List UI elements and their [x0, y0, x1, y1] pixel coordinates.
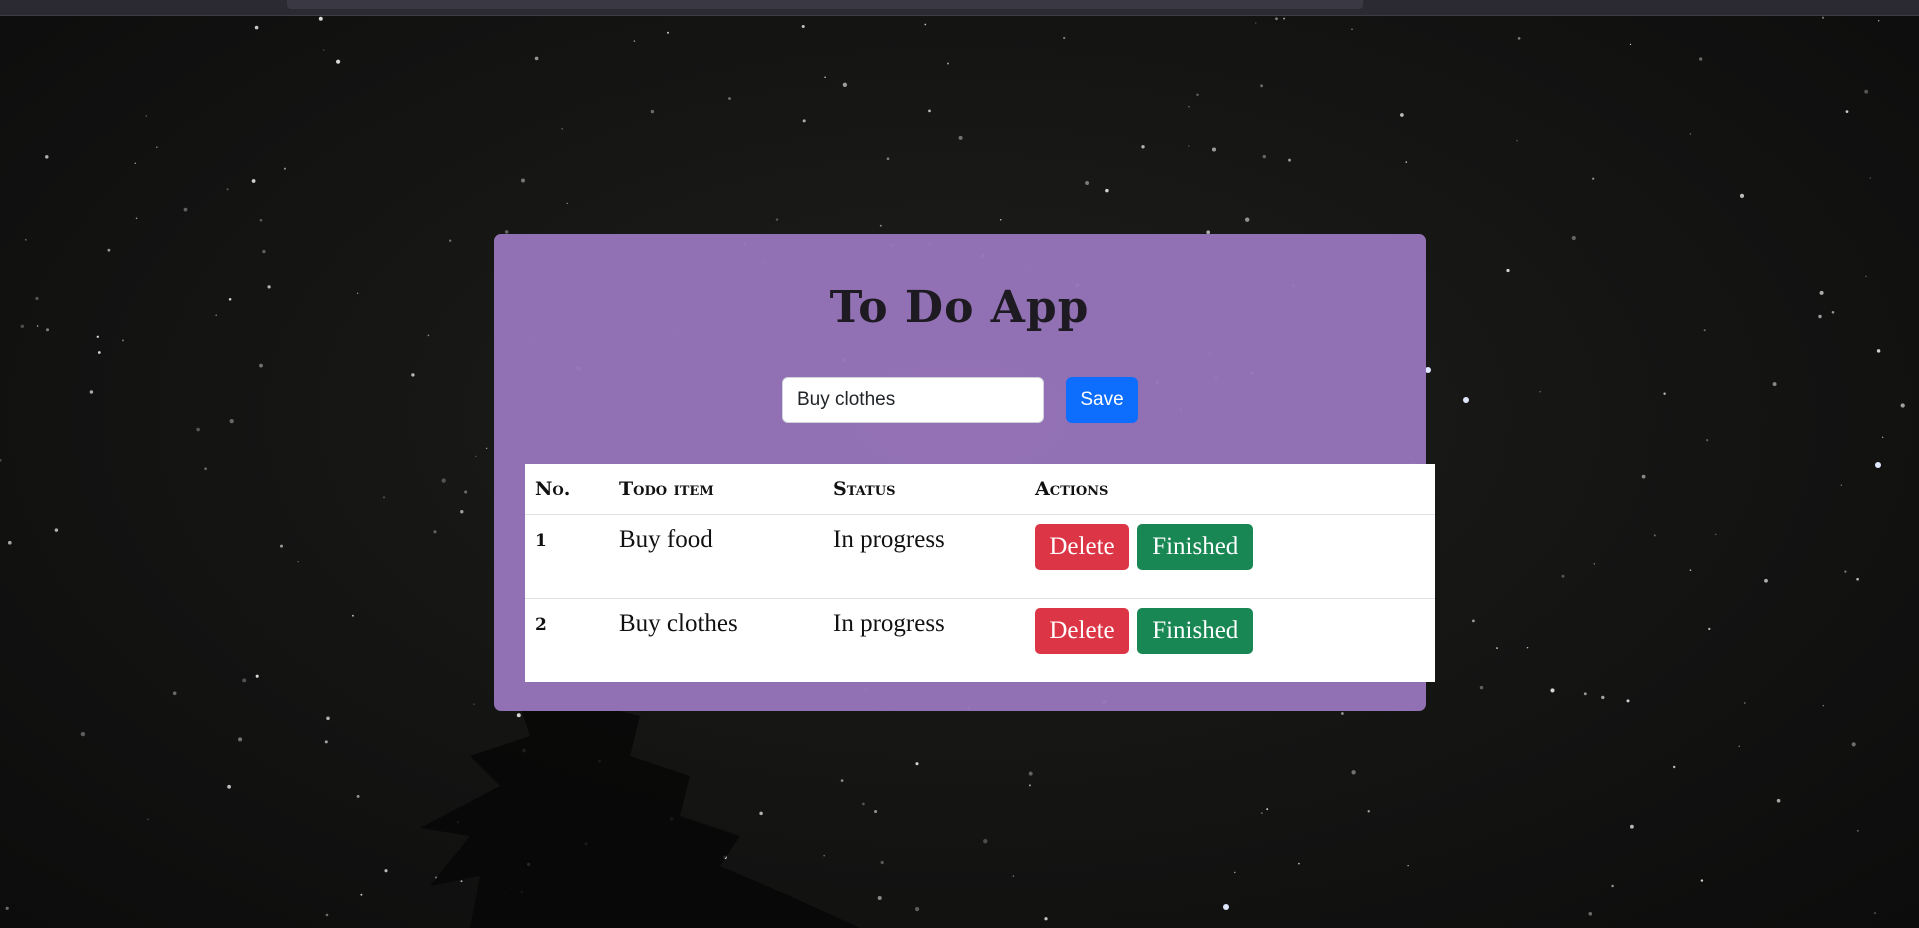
todo-status: In progress — [823, 514, 1025, 599]
header-no: No. — [525, 464, 609, 515]
table-row: 2 Buy clothes In progress Delete Finishe… — [525, 599, 1435, 683]
table-row: 1 Buy food In progress Delete Finished — [525, 514, 1435, 599]
header-todo-item: Todo item — [609, 464, 823, 515]
header-actions: Actions — [1025, 464, 1435, 515]
row-actions: Delete Finished — [1025, 514, 1435, 599]
row-actions: Delete Finished — [1025, 599, 1435, 683]
table-header-row: No. Todo item Status Actions — [525, 464, 1435, 515]
delete-button[interactable]: Delete — [1035, 524, 1129, 570]
delete-button[interactable]: Delete — [1035, 608, 1129, 654]
save-button[interactable]: Save — [1066, 377, 1138, 423]
finished-button[interactable]: Finished — [1137, 608, 1254, 654]
finished-button[interactable]: Finished — [1137, 524, 1254, 570]
browser-top-strip — [0, 0, 1919, 16]
row-number: 1 — [525, 514, 609, 599]
todo-item-text: Buy food — [609, 514, 823, 599]
todo-table: No. Todo item Status Actions 1 Buy food … — [525, 464, 1435, 682]
header-status: Status — [823, 464, 1025, 515]
todo-item-text: Buy clothes — [619, 610, 738, 637]
todo-status: In progress — [833, 610, 945, 637]
browser-address-bar — [287, 0, 1363, 9]
row-number: 2 — [535, 615, 547, 635]
app-title: To Do App — [829, 282, 1090, 333]
todo-input[interactable] — [782, 377, 1044, 423]
